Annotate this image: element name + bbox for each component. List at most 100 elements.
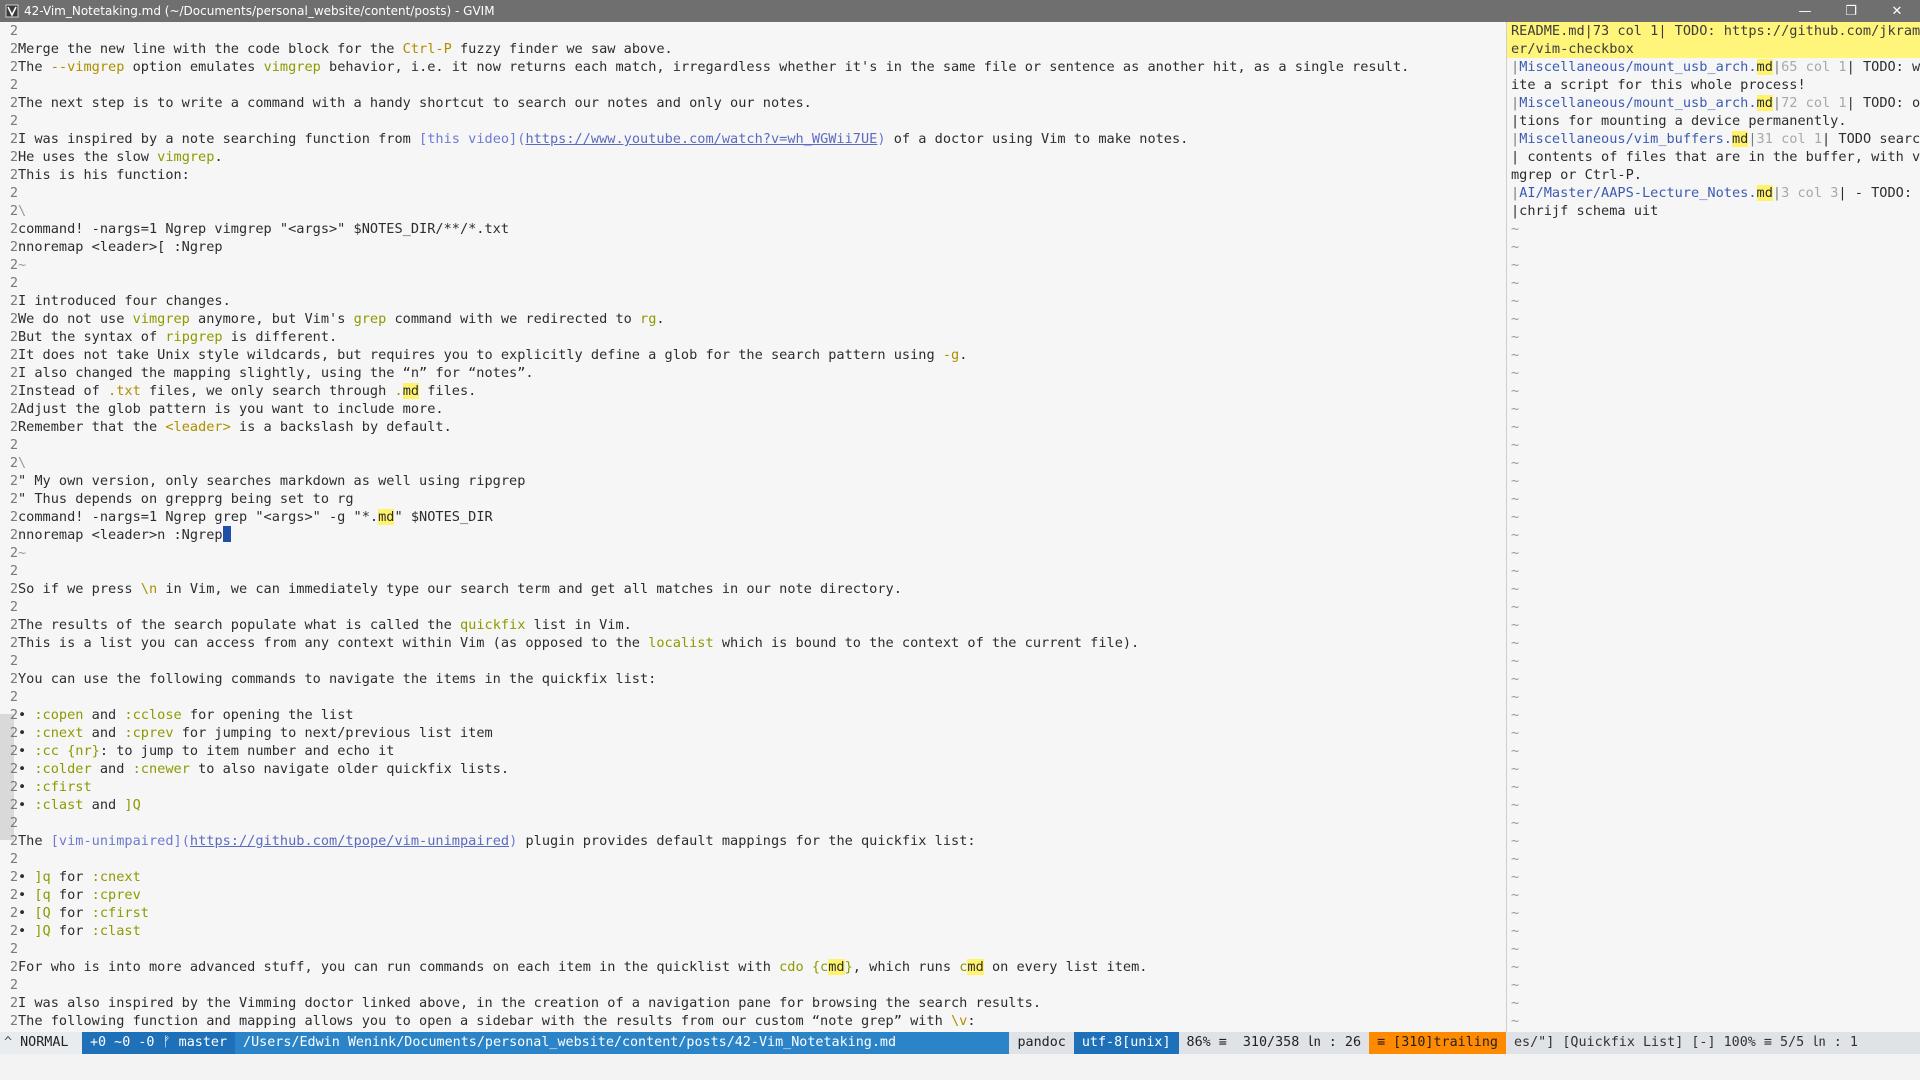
mode-arrow-icon: ^ [4,1035,13,1050]
editor-line: 2• :clast and ]Q [0,796,1506,814]
quickfix-text: | [1772,95,1782,111]
quickfix-entry[interactable]: er/vim-checkbox [1507,40,1920,58]
text-span: You can use the following commands to na… [18,671,657,687]
empty-line-tilde: ~ [1511,365,1520,381]
line-gutter: 2 [9,23,18,39]
quickfix-pane[interactable]: README.md|73 col 1| TODO: https://github… [1506,22,1920,1032]
quickfix-text: | contents of files that are in the buff… [1511,149,1920,165]
empty-line-tilde: ~ [1511,833,1520,849]
text-span: The following function and mapping allow… [18,1013,951,1029]
empty-line-tilde: ~ [1511,743,1520,759]
empty-line-tilde: ~ [1511,779,1520,795]
editor-line: 2Merge the new line with the code block … [0,40,1506,58]
editor-line: 2I also changed the mapping slightly, us… [0,364,1506,382]
editor-line: 2• [q for :cprev [0,886,1506,904]
empty-line-tilde: ~ [1511,563,1520,579]
text-span: ( [181,833,190,849]
quickfix-entry[interactable]: |AI/Master/AAPS-Lecture_Notes.md|3 col 3… [1507,184,1920,202]
text-span: :colder [34,761,92,777]
line-gutter: 2 [9,167,18,183]
line-gutter: 2 [9,977,18,993]
text-span: for [50,923,92,939]
mode-indicator: ^ NORMAL [0,1032,82,1054]
trailing-warning: ≡ [310]trailing [1369,1032,1506,1054]
minimize-icon[interactable]: — [1782,0,1828,22]
editor-line: 2nnoremap <leader>[ :Ngrep [0,238,1506,256]
text-span: plugin provides default mappings for the… [517,833,976,849]
line-gutter: 2 [9,671,18,687]
text-cursor [222,526,231,542]
quickfix-entry[interactable]: |Miscellaneous/mount_usb_arch.md|72 col … [1507,94,1920,112]
editor-line: 2He uses the slow vimgrep. [0,148,1506,166]
quickfix-text: md [1756,185,1773,201]
quickfix-text: | [1772,59,1782,75]
text-span: Adjust the glob pattern is you want to i… [18,401,444,417]
text-span: and [83,797,125,813]
text-span: The [18,59,51,75]
text-span: [Q [34,905,51,921]
editor-line: 2 [0,814,1506,832]
quickfix-text: | [1511,59,1520,75]
text-span: " $NOTES_DIR [394,509,493,525]
text-span: • [18,779,35,795]
quickfix-text: | - TODO: S [1838,185,1920,201]
text-span: :clast [34,797,84,813]
editor-line: 2command! -nargs=1 Ngrep grep "<args>" -… [0,508,1506,526]
line-gutter: 2 [9,707,18,723]
text-span: . [214,149,223,165]
quickfix-entry[interactable]: | contents of files that are in the buff… [1507,148,1920,166]
text-span: The next step is to write a command with… [18,95,812,111]
text-span: This is his function: [18,167,190,183]
empty-line-tilde: ~ [1511,599,1520,615]
quickfix-entry[interactable]: |Miscellaneous/vim_buffers.md|31 col 1| … [1507,130,1920,148]
text-span: For who is into more advanced stuff, you… [18,959,780,975]
text-span: and [83,707,125,723]
command-line[interactable] [0,1054,1920,1080]
empty-line-tilde: ~ [1511,941,1520,957]
text-span: } [844,959,853,975]
text-span: • [18,869,35,885]
quickfix-entry[interactable]: |Miscellaneous/mount_usb_arch.md|65 col … [1507,58,1920,76]
quickfix-entry[interactable]: |tions for mounting a device permanently… [1507,112,1920,130]
line-gutter: 2 [9,761,18,777]
text-span: rg [640,311,657,327]
quickfix-entry[interactable]: README.md|73 col 1| TODO: https://github… [1507,22,1920,40]
line-gutter: 2 [9,743,18,759]
text-span: He uses the slow [18,149,158,165]
editor-pane[interactable]: 2 2Merge the new line with the code block… [0,22,1506,1032]
text-span: \n [140,581,158,597]
editor-line: 2The following function and mapping allo… [0,1012,1506,1030]
quickfix-entry[interactable]: |chrijf schema uit [1507,202,1920,220]
quickfix-text: Miscellaneous/mount_usb_arch. [1519,95,1757,111]
line-gutter: 2 [9,923,18,939]
text-span: vimgrep [263,59,321,75]
text-span: .txt [108,383,141,399]
quickfix-entry[interactable]: mgrep or Ctrl-P. [1507,166,1920,184]
empty-line-tilde: ~ [1511,329,1520,345]
line-gutter: 2 [9,113,18,129]
line-gutter: 2 [9,689,18,705]
empty-line-tilde: ~ [1511,401,1520,417]
editor-line: 2 [0,652,1506,670]
text-span: :copen [34,707,84,723]
editor-line: 2I was inspired by a note searching func… [0,130,1506,148]
empty-line-tilde: ~ [1511,923,1520,939]
close-icon[interactable]: ✕ [1874,0,1920,22]
line-gutter: 2 [9,401,18,417]
editor-line: 2" My own version, only searches markdow… [0,472,1506,490]
text-span: vimgrep [157,149,215,165]
text-span: :cclose [124,707,182,723]
empty-line-tilde: ~ [1511,383,1520,399]
maximize-icon[interactable]: ❐ [1828,0,1874,22]
text-span: ) [877,131,886,147]
line-gutter: 2 [9,473,18,489]
empty-line-tilde: ~ [1511,293,1520,309]
text-span: list in Vim. [525,617,632,633]
line-gutter: 2 [9,599,18,615]
editor-line: 2This is a list you can access from any … [0,634,1506,652]
editor-line: 2 [0,598,1506,616]
editor-line: 2Adjust the glob pattern is you want to … [0,400,1506,418]
quickfix-entry[interactable]: ite a script for this whole process! [1507,76,1920,94]
text-span: :cc {nr} [34,743,100,759]
editor-line: 2The [vim-unimpaired](https://github.com… [0,832,1506,850]
